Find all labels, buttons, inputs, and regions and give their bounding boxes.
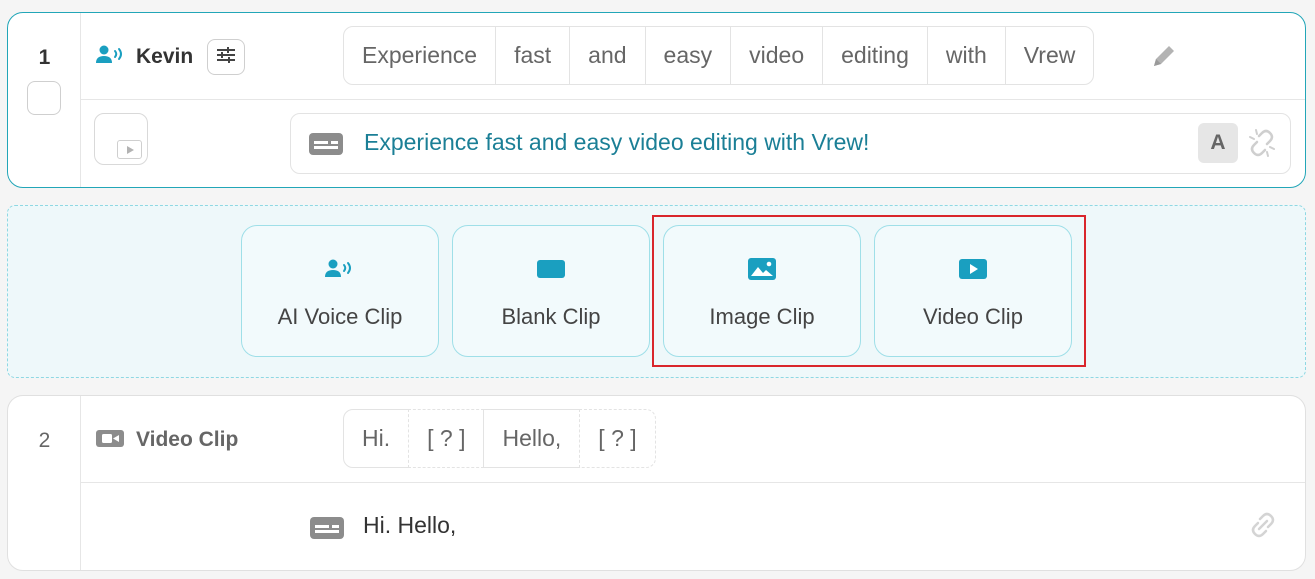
blank-clip-button[interactable]: Blank Clip	[452, 225, 650, 357]
subtitle-text[interactable]: Experience fast and easy video editing w…	[364, 129, 869, 156]
clip-number: 1	[38, 46, 51, 69]
word-chip[interactable]: Hello,	[483, 409, 581, 468]
word-chips: Hi. [ ? ] Hello, [ ? ]	[343, 409, 656, 468]
clip-checkbox[interactable]	[27, 81, 61, 115]
word-chip[interactable]: with	[926, 26, 1006, 85]
blank-clip-icon	[537, 256, 565, 282]
subtitle-icon	[309, 131, 343, 162]
row-divider	[81, 482, 1305, 483]
video-camera-icon	[96, 427, 126, 454]
ai-voice-clip-button[interactable]: AI Voice Clip	[241, 225, 439, 357]
button-label: Video Clip	[923, 304, 1023, 329]
clip-number-column: 1	[8, 13, 81, 187]
subtitle-text[interactable]: Hi. Hello,	[363, 512, 456, 539]
silence-chip[interactable]: [ ? ]	[408, 409, 485, 468]
clip-type-name: Video Clip	[136, 428, 239, 451]
word-chip[interactable]: Vrew	[1004, 26, 1095, 85]
subtitle-box[interactable]: Experience fast and easy video editing w…	[290, 113, 1291, 174]
link-icon[interactable]	[1248, 510, 1278, 545]
speaker-name[interactable]: Kevin	[136, 45, 193, 69]
word-chip[interactable]: video	[730, 26, 824, 85]
speaker-section: Video Clip	[96, 422, 238, 458]
video-clip-button[interactable]: Video Clip	[874, 225, 1072, 357]
word-chip[interactable]: Experience	[343, 26, 497, 85]
video-play-icon	[959, 256, 987, 282]
row-divider	[81, 99, 1305, 100]
word-chip[interactable]: easy	[644, 26, 732, 85]
pencil-icon[interactable]	[1149, 41, 1179, 76]
speaker-settings-button[interactable]	[207, 39, 246, 75]
clip-row-2[interactable]: 2 Video Clip Hi. [ ? ] Hello, [ ? ] Hi. …	[7, 395, 1306, 571]
video-thumb-icon	[117, 140, 142, 159]
button-label: AI Voice Clip	[277, 304, 403, 329]
clip-row-1[interactable]: 1 Kevin Experience fast and easy video e…	[7, 12, 1306, 188]
word-chip[interactable]: editing	[822, 26, 928, 85]
button-label: Blank Clip	[501, 304, 601, 329]
subtitle-icon	[310, 515, 344, 546]
image-icon	[748, 256, 776, 282]
clip-number: 2	[38, 429, 51, 452]
insert-clip-panel: AI Voice Clip Blank Clip Image Clip Vide…	[7, 205, 1306, 378]
speaker-section: Kevin	[96, 39, 246, 75]
word-chip[interactable]: Hi.	[343, 409, 410, 468]
clip-number-column: 2	[8, 396, 81, 570]
unlink-icon[interactable]	[1246, 127, 1278, 164]
sliders-icon	[215, 46, 237, 69]
image-clip-button[interactable]: Image Clip	[663, 225, 861, 357]
font-style-button[interactable]: A	[1198, 123, 1238, 163]
button-label: Image Clip	[709, 304, 815, 329]
word-chip[interactable]: fast	[495, 26, 571, 85]
word-chip[interactable]: and	[569, 26, 646, 85]
ai-voice-icon	[325, 256, 355, 282]
clip-thumbnail[interactable]	[94, 113, 148, 165]
silence-chip[interactable]: [ ? ]	[579, 409, 656, 468]
ai-voice-icon	[96, 44, 126, 71]
word-chips: Experience fast and easy video editing w…	[343, 26, 1095, 85]
